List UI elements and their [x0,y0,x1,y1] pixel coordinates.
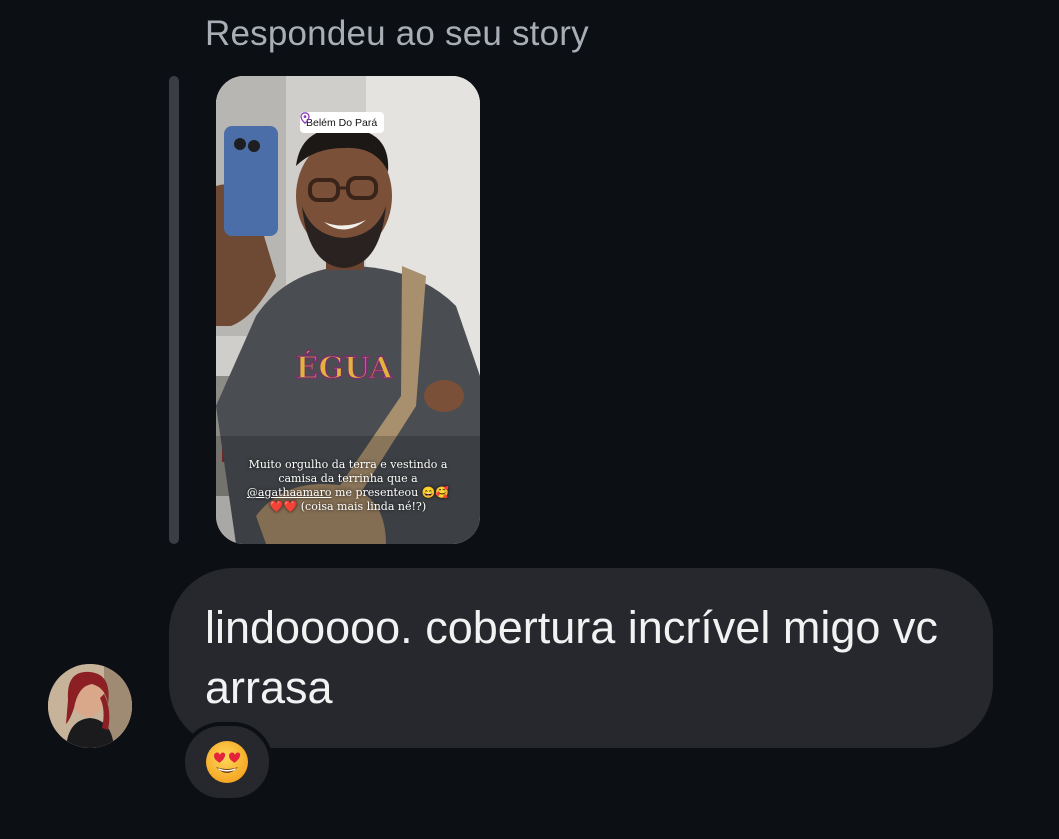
caption-line: Muito orgulho da terra e vestindo a [248,458,448,471]
story-caption: Muito orgulho da terra e vestindo a cami… [234,458,462,514]
caption-line: @agathaamaro me presenteou 😄🥰 [234,486,462,500]
caption-line: ❤️❤️ (coisa mais linda né!?) [269,500,427,513]
location-sticker[interactable]: Belém Do Pará [300,112,385,133]
location-pin-icon [300,112,310,124]
sender-avatar[interactable] [48,664,132,748]
caption-line: camisa da terrinha que a [278,472,418,485]
reply-quote-bar [169,76,179,544]
shirt-lettering: ÉGUA [295,350,393,386]
caption-line-rest: me presenteou 😄🥰 [331,486,450,499]
message-reaction[interactable] [181,722,273,802]
avatar-photo [48,664,132,748]
location-name: Belém Do Pará [306,116,378,129]
story-preview[interactable]: ÉGUA Belém Do Pará Muito orgulho da terr… [216,76,480,544]
caption-mention-link[interactable]: @agathaamaro [247,486,332,499]
message-bubble[interactable]: lindooooo. cobertura incrível migo vc ar… [169,568,993,748]
story-reply-label: Respondeu ao seu story [205,14,589,53]
dm-thread: Respondeu ao seu story ÉGUA Belém Do Par… [0,0,1059,839]
message-text: lindooooo. cobertura incrível migo vc ar… [205,602,938,713]
heart-eyes-emoji-icon [206,741,248,783]
